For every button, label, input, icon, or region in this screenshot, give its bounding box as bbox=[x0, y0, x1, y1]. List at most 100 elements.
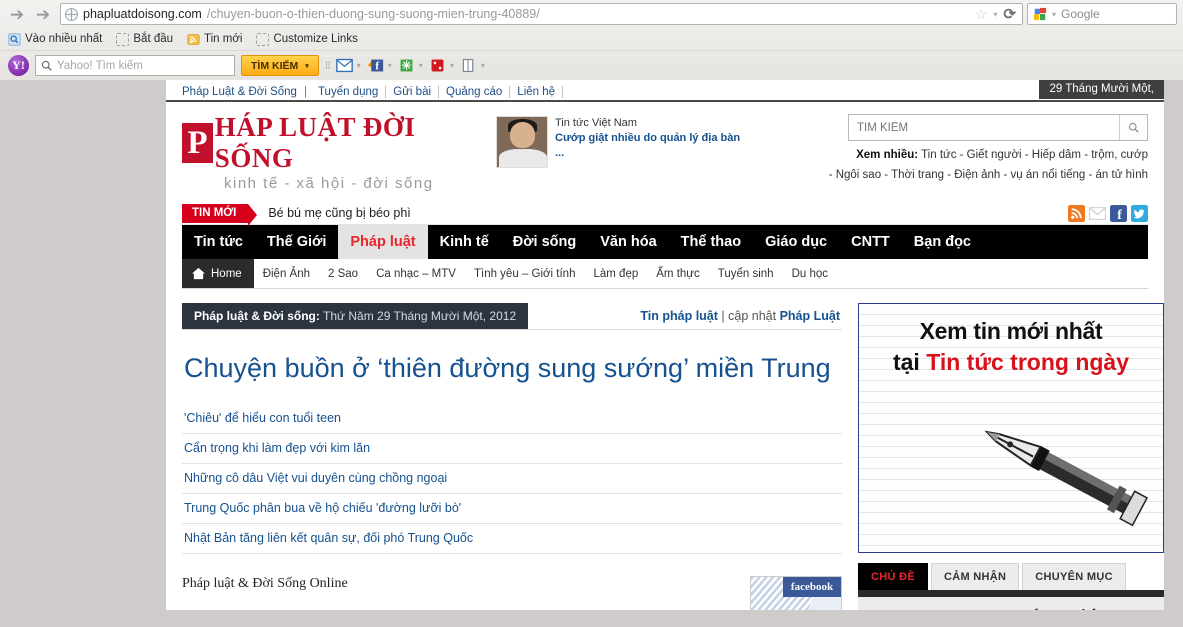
related-link[interactable]: Trung Quốc phân bua về hộ chiếu 'đường l… bbox=[184, 501, 461, 515]
forward-button[interactable]: ➔ bbox=[32, 3, 54, 25]
tab-chu-de[interactable]: CHỦ ĐỀ bbox=[858, 563, 928, 590]
email-icon[interactable] bbox=[1089, 205, 1106, 222]
main-column: Pháp luật & Đời sống: Thứ Năm 29 Tháng M… bbox=[182, 303, 842, 610]
yahoo-facebook-button[interactable]: f ▾ bbox=[367, 58, 392, 73]
nav-tin-tuc[interactable]: Tin tức bbox=[182, 225, 255, 259]
featured-kicker: Tin tức Việt Nam bbox=[555, 117, 637, 129]
tab-chuyen-muc[interactable]: CHUYÊN MỤC bbox=[1022, 563, 1126, 590]
ad-line-1: Xem tin mới nhất bbox=[919, 318, 1103, 344]
tab-cam-nhan[interactable]: CẢM NHẬN bbox=[930, 563, 1020, 590]
chevron-down-icon[interactable]: ▾ bbox=[357, 61, 361, 70]
facebook-widget[interactable]: facebook Truy cập bbox=[750, 575, 842, 610]
bookmark-getting-started[interactable]: Bắt đầu bbox=[116, 32, 174, 46]
list-item[interactable]: Nhật Bản tăng liên kết quân sự, đối phó … bbox=[182, 524, 842, 554]
yahoo-more-apps-button[interactable]: ▾ bbox=[460, 58, 485, 73]
nav-du-hoc[interactable]: Du học bbox=[783, 259, 837, 288]
sidebar-ad[interactable]: Xem tin mới nhất tại Tin tức trong ngày bbox=[858, 303, 1164, 553]
chevron-down-icon[interactable]: ▾ bbox=[388, 61, 392, 70]
nav-cntt[interactable]: CNTT bbox=[839, 225, 902, 259]
top-link-lien-he[interactable]: Liên hệ bbox=[510, 86, 564, 98]
yahoo-search-button[interactable]: TÌM KIẾM ▾ bbox=[241, 55, 319, 76]
yahoo-games-button[interactable]: ▾ bbox=[429, 58, 454, 73]
nav-ban-doc[interactable]: Bạn đọc bbox=[902, 225, 983, 259]
search-engine-box[interactable]: ▾ Google bbox=[1027, 3, 1177, 25]
nav-dien-anh[interactable]: Điện Ảnh bbox=[254, 259, 319, 288]
chevron-down-icon[interactable]: ▾ bbox=[1052, 10, 1056, 19]
bookmark-label: Bắt đầu bbox=[133, 33, 174, 45]
rss-feed-icon bbox=[187, 33, 200, 45]
facebook-icon[interactable]: f bbox=[1110, 204, 1127, 222]
nav-phap-luat[interactable]: Pháp luật bbox=[338, 225, 428, 259]
yahoo-search-box[interactable]: Yahoo! Tìm kiếm bbox=[35, 55, 235, 76]
list-item[interactable]: Trung Quốc phân bua về hộ chiếu 'đường l… bbox=[182, 494, 842, 524]
bookmark-latest-headlines[interactable]: Tin mới bbox=[187, 33, 242, 46]
toolbar-grip[interactable]: ⁝⁝ bbox=[325, 59, 331, 72]
games-dice-icon bbox=[431, 59, 444, 72]
breaking-news-bar: TIN MỚI Bé bú mẹ cũng bị béo phì f bbox=[182, 202, 1148, 226]
top-link-gui-bai[interactable]: Gửi bài bbox=[386, 86, 440, 98]
site-search[interactable] bbox=[848, 114, 1148, 141]
bookmark-label: Customize Links bbox=[273, 33, 358, 45]
chevron-down-icon[interactable]: ▾ bbox=[481, 61, 485, 70]
nav-am-thuc[interactable]: Ẩm thực bbox=[647, 259, 708, 288]
url-host: phapluatdoisong.com bbox=[83, 7, 202, 21]
back-button[interactable]: ➔ bbox=[6, 3, 28, 25]
related-link[interactable]: 'Chiêu' để hiểu con tuổi teen bbox=[184, 411, 341, 425]
list-item[interactable]: 'Chiêu' để hiểu con tuổi teen bbox=[182, 404, 842, 434]
related-link[interactable]: Nhật Bản tăng liên kết quân sự, đối phó … bbox=[184, 531, 473, 545]
bookmark-most-visited[interactable]: Vào nhiều nhất bbox=[8, 32, 102, 46]
chevron-down-icon[interactable]: ▾ bbox=[450, 61, 454, 70]
site-logo[interactable]: P HÁP LUẬT ĐỜI SỐNG kinh tế - xã hội - đ… bbox=[182, 112, 482, 192]
breadcrumb-link-tin-phap-luat[interactable]: Tin pháp luật bbox=[640, 309, 718, 323]
nav-doi-song[interactable]: Đời sống bbox=[501, 225, 588, 259]
reload-icon[interactable]: ⟳ bbox=[1003, 5, 1016, 23]
nav-the-thao[interactable]: Thể thao bbox=[669, 225, 753, 259]
popular-tags-line2[interactable]: - Ngôi sao - Thời trang - Điện ảnh - vụ … bbox=[829, 169, 1148, 181]
breaking-news-headline[interactable]: Bé bú mẹ cũng bị béo phì bbox=[268, 206, 410, 220]
top-link-tuyen-dung[interactable]: Tuyển dụng bbox=[311, 86, 387, 98]
yahoo-messenger-button[interactable]: ✳ ▾ bbox=[398, 58, 423, 73]
yahoo-logo-icon[interactable]: Y! bbox=[8, 55, 29, 76]
yahoo-mail-button[interactable]: ▾ bbox=[335, 58, 361, 73]
rss-icon[interactable] bbox=[1068, 204, 1085, 222]
related-link[interactable]: Những cô dâu Việt vui duyên cùng chồng n… bbox=[184, 471, 447, 485]
top-link-quang-cao[interactable]: Quảng cáo bbox=[439, 86, 511, 98]
site-search-input[interactable] bbox=[849, 115, 1119, 140]
nav-2-sao[interactable]: 2 Sao bbox=[319, 259, 367, 288]
url-path: /chuyen-buon-o-thien-duong-sung-suong-mi… bbox=[206, 7, 540, 21]
chevron-down-icon[interactable]: ▾ bbox=[419, 61, 423, 70]
search-icon bbox=[1128, 122, 1139, 133]
chevron-down-icon[interactable]: ▾ bbox=[305, 62, 309, 70]
nav-van-hoa[interactable]: Văn hóa bbox=[588, 225, 668, 259]
more-apps-icon bbox=[462, 58, 474, 73]
address-bar[interactable]: phapluatdoisong.com/chuyen-buon-o-thien-… bbox=[60, 3, 1023, 25]
nav-tinh-yeu-gioi-tinh[interactable]: Tình yêu – Giới tính bbox=[465, 259, 585, 288]
yahoo-search-placeholder: Yahoo! Tìm kiếm bbox=[57, 59, 143, 72]
nav-tuyen-sinh[interactable]: Tuyển sinh bbox=[709, 259, 783, 288]
bookmarks-bar: Vào nhiều nhất Bắt đầu Tin mới Customize… bbox=[0, 28, 1183, 50]
bookmark-star-icon[interactable]: ☆ bbox=[975, 6, 988, 23]
tag-cloud-item[interactable]: Bóng đá bbox=[1013, 605, 1099, 610]
nav-home[interactable]: Home bbox=[182, 259, 254, 288]
page-right-background bbox=[1164, 80, 1183, 610]
page-title: Chuyện buồn ở ‘thiên đường sung sướng’ m… bbox=[184, 353, 831, 383]
nav-lam-dep[interactable]: Làm đẹp bbox=[584, 259, 647, 288]
site-search-button[interactable] bbox=[1119, 115, 1147, 140]
svg-text:f: f bbox=[1117, 206, 1122, 221]
list-item[interactable]: Những cô dâu Việt vui duyên cùng chồng n… bbox=[182, 464, 842, 494]
bookmark-customize-links[interactable]: Customize Links bbox=[256, 32, 358, 46]
nav-giao-duc[interactable]: Giáo dục bbox=[753, 225, 839, 259]
twitter-icon[interactable] bbox=[1131, 204, 1148, 222]
list-item[interactable]: Cẩn trọng khi làm đẹp với kim lăn bbox=[182, 434, 842, 464]
popular-tags-line1[interactable]: Tin tức - Giết người - Hiếp dâm - trộm, … bbox=[921, 149, 1148, 161]
related-link[interactable]: Cẩn trọng khi làm đẹp với kim lăn bbox=[184, 441, 370, 455]
google-logo-icon bbox=[1033, 7, 1047, 21]
nav-kinh-te[interactable]: Kinh tế bbox=[428, 225, 501, 259]
nav-the-gioi[interactable]: Thế Giới bbox=[255, 225, 338, 259]
top-link-brand[interactable]: Pháp Luật & Đời Sống bbox=[182, 86, 304, 98]
breadcrumb-link-phap-luat[interactable]: Pháp Luật bbox=[780, 309, 840, 323]
featured-teaser[interactable]: Tin tức Việt Nam Cướp giật nhiều do quản… bbox=[496, 112, 742, 192]
featured-title[interactable]: Cướp giật nhiều do quản lý địa bàn ... bbox=[555, 131, 742, 161]
chevron-down-icon[interactable]: ▾ bbox=[993, 10, 997, 19]
nav-ca-nhac-mtv[interactable]: Ca nhạc – MTV bbox=[367, 259, 465, 288]
